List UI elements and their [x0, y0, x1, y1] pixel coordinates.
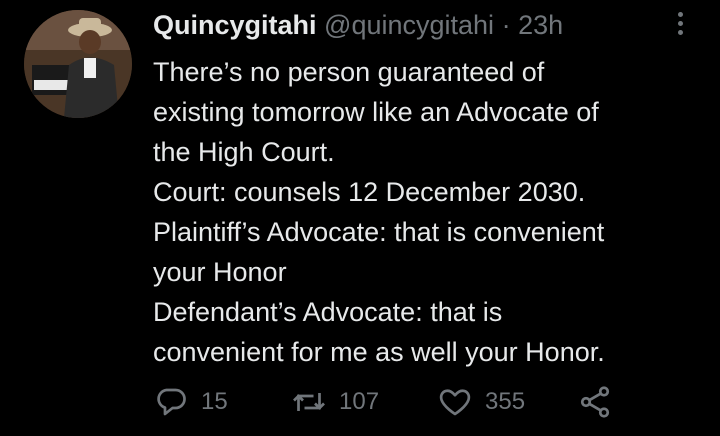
more-vertical-icon[interactable] — [668, 8, 692, 42]
reply-count: 15 — [201, 388, 228, 415]
share-icon — [580, 386, 610, 418]
user-handle[interactable]: @quincygitahi — [324, 10, 494, 40]
tweet-text-line: your Honor — [153, 257, 287, 287]
tweet-text-line: Plaintiff’s Advocate: that is convenient — [153, 217, 605, 247]
timestamp[interactable]: 23h — [518, 10, 563, 40]
retweet-button[interactable]: 107 — [291, 380, 379, 424]
retweet-count: 107 — [339, 388, 380, 415]
retweet-icon — [293, 393, 325, 411]
tweet-text-line: Court: counsels 12 December 2030. — [153, 177, 586, 207]
tweet[interactable]: Quincygitahi @quincygitahi · 23h There’s… — [0, 0, 720, 436]
heart-icon — [439, 389, 471, 416]
display-name[interactable]: Quincygitahi — [153, 10, 317, 40]
reply-icon — [157, 388, 186, 416]
like-button[interactable]: 355 — [437, 380, 525, 424]
tweet-text-line: convenient for me as well your Honor. — [153, 337, 605, 367]
separator-dot: · — [501, 10, 511, 40]
avatar-image — [24, 10, 132, 118]
tweet-text-line: the High Court. — [153, 137, 335, 167]
tweet-text-line: Defendant’s Advocate: that is — [153, 297, 503, 327]
share-button[interactable] — [577, 380, 613, 424]
like-count: 355 — [485, 388, 526, 415]
tweet-text-line: existing tomorrow like an Advocate of — [153, 97, 599, 127]
tweet-text: There’s no person guaranteed of existing… — [153, 52, 713, 372]
tweet-text-line: There’s no person guaranteed of — [153, 57, 545, 87]
reply-button[interactable]: 15 — [153, 380, 228, 424]
tweet-header: Quincygitahi @quincygitahi · 23h — [153, 8, 563, 42]
avatar[interactable] — [24, 10, 132, 118]
